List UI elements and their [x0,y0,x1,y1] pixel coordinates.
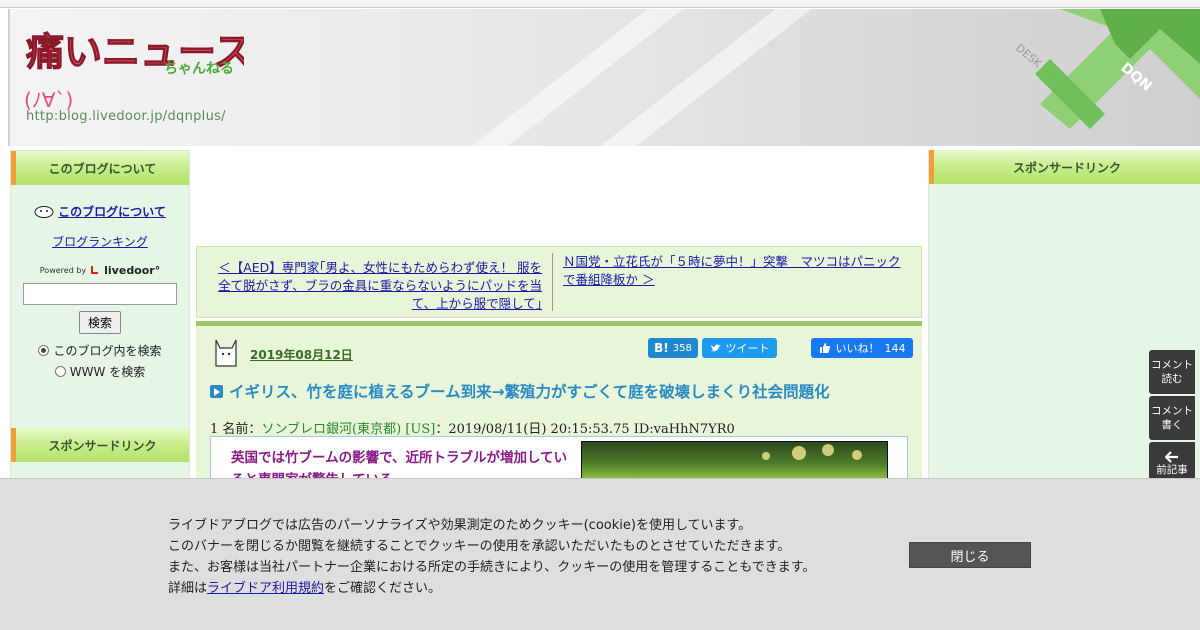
terms-link[interactable]: ライブドア利用規約 [207,581,324,596]
sidebar-about-section: このブログについて ブログランキング Powered by livedoor° … [11,185,189,380]
face-icon [34,205,54,218]
about-blog-link[interactable]: このブログについて [34,203,166,220]
nav-prev-container: ＜【AED】専門家｢男よ、女性にもためらわず使え！ 服を全て脱がさず、ブラの金具… [197,253,553,311]
write-comment-button[interactable]: コメント 書く [1149,396,1195,440]
res-number: 1 [210,422,219,437]
fb-like-count: 144 [884,341,906,355]
radio-search-blog[interactable]: このブログ内を検索 [11,342,189,359]
read-comments-line2: 読む [1161,373,1183,385]
hatena-count: 358 [672,342,692,354]
hatena-bookmark-button[interactable]: B! 358 [648,338,698,358]
livedoor-icon [91,266,99,274]
response-header: 1 名前：ソンブレロ銀河(東京都) [US]：2019/08/11(日) 20:… [210,418,735,437]
radio-label: このブログ内を検索 [53,343,162,358]
about-blog-label: このブログについて [58,205,166,219]
cookie-line1: ライブドアブログでは広告のパーソナライズや効果測定のためクッキー(cookie)… [168,518,752,533]
thumbs-up-icon [819,343,830,353]
radio-label: WWW を検索 [69,364,146,379]
cookie-line3: また、お客様は当社パートナー企業における所定の手続きにより、クッキーの使用を管理… [168,560,816,575]
cookie-line4-suffix: をご確認ください。 [324,581,442,596]
tweet-button[interactable]: ツイート [702,338,777,358]
floating-buttons: コメント 読む コメント 書く 前記事 [1149,350,1195,488]
prev-article-link[interactable]: ＜【AED】専門家｢男よ、女性にもためらわず使え！ 服を全て脱がさず、ブラの金具… [218,260,542,311]
search-button[interactable]: 検索 [78,310,121,334]
fb-like-label: いいね！ [835,342,880,355]
header-deco-image: DESK DQN [960,9,1200,129]
hatena-label: B! [654,341,669,355]
write-comment-line1: コメント [1151,405,1193,417]
res-meta: ：2019/08/11(日) 20:15:53.75 ID:vaHhN7YR0 [435,422,735,437]
post-title-text: イギリス、竹を庭に植えるブーム到来→繁殖力がすごくて庭を破壊しまくり社会問題化 [229,383,830,401]
arrow-left-icon [1165,451,1178,463]
cookie-text: ライブドアブログでは広告のパーソナライズや効果測定のためクッキー(cookie)… [168,515,815,599]
blog-ranking-link[interactable]: ブログランキング [11,233,189,250]
nav-next-container: Ｎ国党・立花氏が「５時に夢中！」突撃 マツコはパニックで番組降板か ＞ [553,247,921,317]
cookie-close-button[interactable]: 閉じる [909,542,1031,568]
res-name: ソンブレロ銀河(東京都) [US] [261,422,436,437]
read-comments-line1: コメント [1151,359,1193,371]
res-name-label: 名前： [222,422,262,437]
post-title[interactable]: イギリス、竹を庭に植えるブーム到来→繁殖力がすごくて庭を破壊しまくり社会問題化 [210,380,830,402]
blog-header: DESK DQN 痛いニュース ちゃんねる (ﾉ∀`) http:blog.li… [8,9,1200,146]
svg-text:DESK: DESK [1013,41,1045,71]
read-comments-button[interactable]: コメント 読む [1149,350,1195,394]
search-input[interactable] [23,282,177,305]
logo-small-text: ちゃんねる [164,61,234,77]
cookie-line4: 詳細はライブドア利用規約をご確認ください。 [168,578,815,599]
powered-by-label: Powered by [39,265,87,275]
tweet-label: ツイート [725,342,770,355]
svg-text:DQN: DQN [1117,60,1154,95]
twitter-bird-icon [710,344,721,352]
sponsor-heading-left: スポンサードリンク [11,428,189,462]
cookie-banner: ライブドアブログでは広告のパーソナライズや効果測定のためクッキー(cookie)… [0,478,1200,630]
radio-search-www[interactable]: WWW を検索 [11,363,189,380]
logo-url: http:blog.livedoor.jp/dqnplus/ [26,109,226,124]
powered-by-livedoor[interactable]: Powered by livedoor° [11,264,189,277]
facebook-like-button[interactable]: いいね！ 144 [811,338,913,358]
next-article-link[interactable]: Ｎ国党・立花氏が「５時に夢中！」突撃 マツコはパニックで番組降板か ＞ [563,254,901,287]
post-date[interactable]: 2019年08月12日 [250,346,353,363]
sidebar-heading: このブログについて [11,151,189,185]
livedoor-brand: livedoor° [104,263,161,277]
top-border [0,0,1200,8]
radio-selected[interactable] [38,344,50,356]
mascot-icon [215,339,237,367]
radio-unselected[interactable] [54,365,66,377]
previous-article-label: 前記事 [1156,464,1188,476]
sponsor-heading-right: スポンサードリンク [929,150,1200,184]
write-comment-line2: 書く [1161,419,1183,431]
cookie-line2: このバナーを閉じるか閲覧を継続することでクッキーの使用を承認いただいたものとさせ… [168,539,791,554]
cookie-line4-prefix: 詳細は [168,581,208,596]
play-icon [210,384,223,398]
article-nav: ＜【AED】専門家｢男よ、女性にもためらわず使え！ 服を全て脱がさず、ブラの金具… [196,246,922,318]
